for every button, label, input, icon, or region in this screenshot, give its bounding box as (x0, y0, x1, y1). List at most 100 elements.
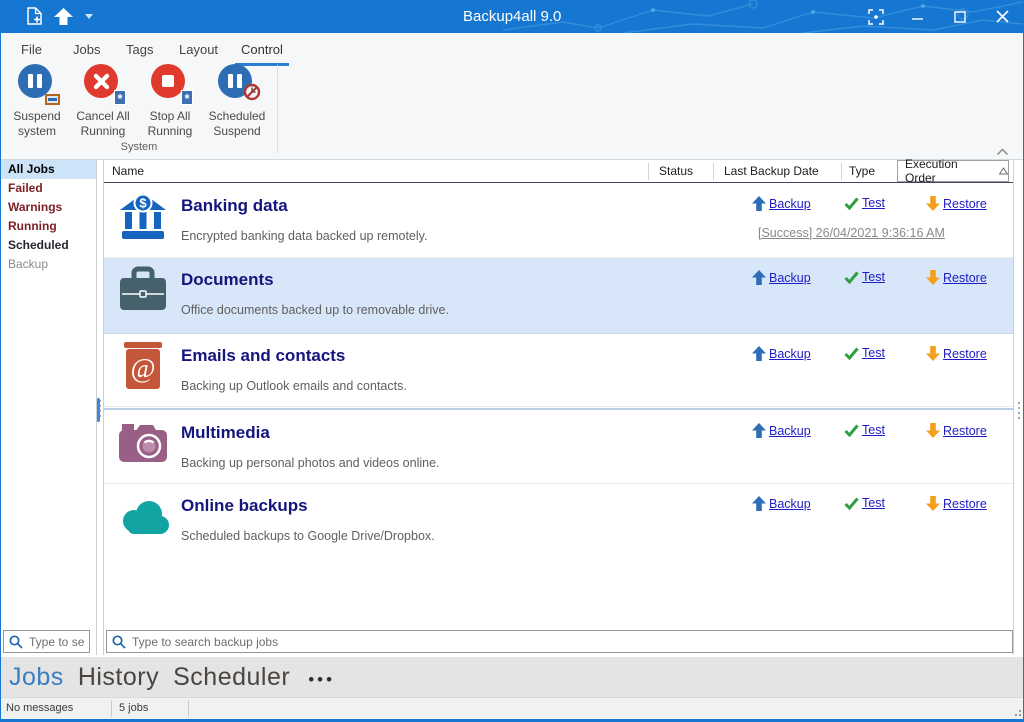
email-contacts-icon: @ (119, 342, 167, 394)
test-action: Test (844, 196, 885, 210)
new-backup-job-icon[interactable] (27, 7, 42, 25)
splitter-grip-dots[interactable] (1014, 402, 1024, 419)
sidebar-item-backup[interactable]: Backup (1, 255, 96, 274)
resize-grip[interactable] (1009, 704, 1021, 716)
jobs-search-input[interactable] (130, 634, 1012, 650)
stop-all-running-button[interactable]: * Stop All Running (137, 63, 203, 153)
restore-link[interactable]: Restore (943, 271, 987, 285)
cancel-all-running-icon: * (83, 63, 123, 103)
job-name[interactable]: Documents (181, 270, 274, 290)
job-row-online-backups[interactable]: Online backups Scheduled backups to Goog… (104, 484, 1013, 558)
scheduled-suspend-button[interactable]: Scheduled Suspend (204, 63, 270, 153)
restore-arrow-icon (926, 496, 940, 511)
test-action: Test (844, 270, 885, 284)
camera-icon (119, 423, 169, 468)
column-header-status[interactable]: Status (659, 164, 693, 178)
job-row-documents[interactable]: Documents Office documents backed up to … (104, 258, 1013, 334)
sidebar-item-all-jobs[interactable]: All Jobs (1, 160, 96, 179)
restore-action: Restore (926, 496, 987, 511)
bank-icon: $ (119, 192, 167, 245)
tab-tags[interactable]: Tags (120, 38, 159, 63)
backup-link[interactable]: Backup (769, 497, 811, 511)
status-jobs-count: 5 jobs (119, 702, 148, 714)
test-check-icon (844, 497, 859, 510)
restore-link[interactable]: Restore (943, 347, 987, 361)
ribbon-group-separator (277, 65, 278, 153)
view-tab-history[interactable]: History (78, 663, 159, 692)
backup-action: Backup (752, 270, 811, 285)
backup-quick-icon[interactable] (54, 8, 73, 25)
status-bar: No messages 5 jobs (1, 697, 1023, 719)
test-link[interactable]: Test (862, 423, 885, 437)
column-header-execution-order[interactable]: Execution Order (897, 160, 1009, 182)
backup-action: Backup (752, 496, 811, 511)
sidebar-item-warnings[interactable]: Warnings (1, 198, 96, 217)
restore-link[interactable]: Restore (943, 424, 987, 438)
job-name[interactable]: Multimedia (181, 423, 270, 443)
tab-jobs[interactable]: Jobs (67, 38, 106, 63)
tab-file[interactable]: File (15, 38, 48, 63)
column-header-name[interactable]: Name (112, 164, 144, 178)
backup-link[interactable]: Backup (769, 271, 811, 285)
job-description: Encrypted banking data backed up remotel… (181, 229, 427, 243)
suspend-system-icon (17, 63, 57, 103)
ribbon-button-label: Cancel All Running (70, 109, 136, 139)
backup-arrow-icon (752, 346, 766, 361)
test-check-icon (844, 347, 859, 360)
test-action: Test (844, 346, 885, 360)
suspend-system-button[interactable]: Suspend system (4, 63, 70, 153)
test-link[interactable]: Test (862, 270, 885, 284)
last-backup-status[interactable]: [Success] 26/04/2021 9:36:16 AM (758, 226, 945, 240)
job-name[interactable]: Online backups (181, 496, 308, 516)
test-link[interactable]: Test (862, 496, 885, 510)
job-row-multimedia[interactable]: Multimedia Backing up personal photos an… (104, 411, 1013, 484)
sidebar-search-box (3, 630, 90, 653)
view-tab-scheduler[interactable]: Scheduler (173, 663, 290, 692)
job-name[interactable]: Banking data (181, 196, 288, 216)
minimize-button[interactable] (897, 0, 939, 33)
restore-link[interactable]: Restore (943, 497, 987, 511)
ribbon-button-label: Stop All Running (137, 109, 203, 139)
sidebar-item-scheduled[interactable]: Scheduled (1, 236, 96, 255)
maximize-button[interactable] (939, 0, 981, 33)
tab-control[interactable]: Control (235, 38, 289, 66)
backup-link[interactable]: Backup (769, 424, 811, 438)
view-tabs-bar: Jobs History Scheduler ••• (1, 657, 1023, 697)
view-tab-jobs[interactable]: Jobs (9, 663, 64, 692)
column-header-last-backup-date[interactable]: Last Backup Date (724, 164, 819, 178)
test-action: Test (844, 496, 885, 510)
backup-link[interactable]: Backup (769, 197, 811, 211)
backup-link[interactable]: Backup (769, 347, 811, 361)
qat-dropdown-caret-icon[interactable] (85, 14, 93, 19)
test-link[interactable]: Test (862, 346, 885, 360)
sidebar-search-input[interactable] (27, 634, 89, 650)
job-description: Scheduled backups to Google Drive/Dropbo… (181, 529, 435, 543)
search-icon (112, 635, 126, 649)
focus-mode-icon[interactable] (855, 0, 897, 33)
window-title: Backup4all 9.0 (463, 8, 561, 25)
quick-access-toolbar (27, 7, 93, 25)
sidebar-splitter[interactable] (96, 160, 104, 655)
restore-link[interactable]: Restore (943, 197, 987, 211)
tab-layout[interactable]: Layout (173, 38, 224, 63)
restore-action: Restore (926, 346, 987, 361)
column-header-type[interactable]: Type (849, 164, 875, 178)
title-bar: Backup4all 9.0 (1, 0, 1023, 33)
job-row-emails-and-contacts[interactable]: @ Emails and contacts Backing up Outlook… (104, 334, 1013, 407)
sidebar-item-failed[interactable]: Failed (1, 179, 96, 198)
sidebar-item-running[interactable]: Running (1, 217, 96, 236)
job-name[interactable]: Emails and contacts (181, 346, 345, 366)
briefcase-icon (119, 266, 167, 317)
cancel-all-running-button[interactable]: * Cancel All Running (70, 63, 136, 153)
backup-arrow-icon (752, 423, 766, 438)
job-description: Office documents backed up to removable … (181, 303, 449, 317)
stop-all-running-icon: * (150, 63, 190, 103)
restore-action: Restore (926, 196, 987, 211)
backup-arrow-icon (752, 270, 766, 285)
window-controls (855, 0, 1023, 33)
close-button[interactable] (981, 0, 1023, 33)
more-views-icon[interactable]: ••• (308, 664, 335, 690)
collapse-ribbon-icon[interactable] (996, 143, 1009, 161)
job-row-banking-data[interactable]: $ Banking data Encrypted banking data ba… (104, 184, 1013, 258)
test-link[interactable]: Test (862, 196, 885, 210)
